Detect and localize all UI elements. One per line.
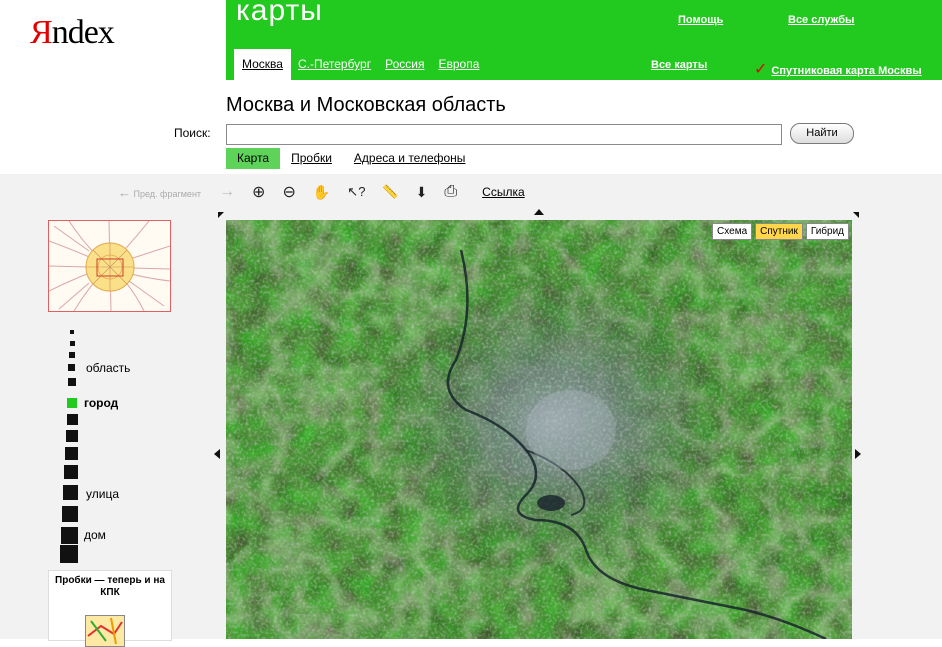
satellite-map[interactable]: Схема Спутник Гибрид [226,220,852,639]
zoom-level-3[interactable] [69,352,75,358]
satellite-map-item: ✓ Спутниковая карта Москвы [754,59,922,79]
tab-addresses[interactable]: Адреса и телефоны [343,148,477,169]
zoom-level-13[interactable] [61,527,78,544]
zoom-level-current[interactable] [67,398,77,408]
logo-rest: ndex [51,14,115,51]
mode-hybrid-button[interactable]: Гибрид [805,223,849,240]
prev-fragment-button[interactable]: ← Пред. фрагмент [118,185,201,200]
checkmark-icon: ✓ [754,61,768,78]
page-title: Москва и Московская область [226,94,506,116]
logo-ya-letter: Я [30,14,53,51]
tab-traffic[interactable]: Пробки [280,148,343,169]
zoom-level-9[interactable] [65,447,78,460]
zoom-level-14[interactable] [60,545,78,563]
zoom-level-4[interactable] [68,364,75,371]
all-services-link[interactable]: Все службы [788,14,854,26]
map-toolbar: ← Пред. фрагмент → ⊕ ⊖ ✋ ↖? 📏 ⬇ ⎙ Ссылка [118,182,525,202]
zoom-level-5[interactable] [68,378,76,386]
zoom-level-7[interactable] [67,414,78,425]
zoom-level-11[interactable] [63,485,78,500]
service-title: карты [236,0,323,27]
tab-russia[interactable]: Россия [378,57,431,80]
zoom-label-street[interactable]: улица [86,487,119,501]
zoom-in-icon[interactable]: ⊕ [252,182,265,202]
search-input[interactable] [226,124,782,145]
pan-up-arrow-icon[interactable] [534,209,544,215]
zoom-label-region[interactable]: область [86,361,130,375]
overview-map[interactable] [48,220,171,312]
help-link[interactable]: Помощь [678,14,723,26]
pan-left-arrow-icon[interactable] [214,449,220,459]
print-icon[interactable]: ⎙ [444,183,457,201]
header-bar: карты Помощь Все службы Москва С.-Петерб… [226,0,942,80]
zoom-out-icon[interactable]: ⊖ [282,182,295,202]
mode-scheme-button[interactable]: Схема [712,223,753,240]
map-corner-tr [853,212,859,218]
info-cursor-icon[interactable]: ↖? [347,184,365,200]
tab-map[interactable]: Карта [226,148,281,169]
yandex-logo[interactable]: Яndex [30,14,115,52]
tab-europe[interactable]: Европа [431,57,486,80]
content-tabs: Карта Пробки Адреса и телефоны [226,148,476,169]
zoom-level-10[interactable] [64,465,78,479]
prev-fragment-label: Пред. фрагмент [133,188,202,199]
traffic-promo[interactable]: Пробки — теперь и на КПК [48,570,172,647]
map-corner-tl [218,212,224,218]
pan-right-arrow-icon[interactable] [855,449,861,459]
next-fragment-icon[interactable]: → [219,183,235,201]
pin-icon[interactable]: ⬇ [416,184,428,201]
promo-text: Пробки — теперь и на КПК [55,575,165,598]
search-label: Поиск: [174,126,211,140]
mode-satellite-button[interactable]: Спутник [755,223,803,240]
satellite-map-link[interactable]: Спутниковая карта Москвы [771,65,921,77]
arrow-left-icon: ← [118,184,131,200]
promo-map-thumbnail [85,615,125,647]
tab-spb[interactable]: С.-Петербург [291,57,378,80]
zoom-level-1[interactable] [70,330,74,334]
zoom-label-house[interactable]: дом [84,528,106,542]
link-button[interactable]: Ссылка [482,185,524,199]
ruler-icon[interactable]: 📏 [382,184,398,200]
satellite-image [226,220,852,639]
zoom-level-12[interactable] [62,506,78,522]
overview-map-drawing [49,221,170,311]
zoom-label-city[interactable]: город [84,396,118,410]
hand-icon[interactable]: ✋ [313,184,330,201]
all-maps-link[interactable]: Все карты [651,59,707,71]
region-tabs: Москва С.-Петербург Россия Европа [234,49,486,80]
zoom-level-8[interactable] [66,430,78,442]
map-mode-switch: Схема Спутник Гибрид [709,223,849,240]
zoom-level-2[interactable] [70,341,75,346]
tab-moscow[interactable]: Москва [234,49,291,80]
find-button[interactable]: Найти [790,123,854,144]
